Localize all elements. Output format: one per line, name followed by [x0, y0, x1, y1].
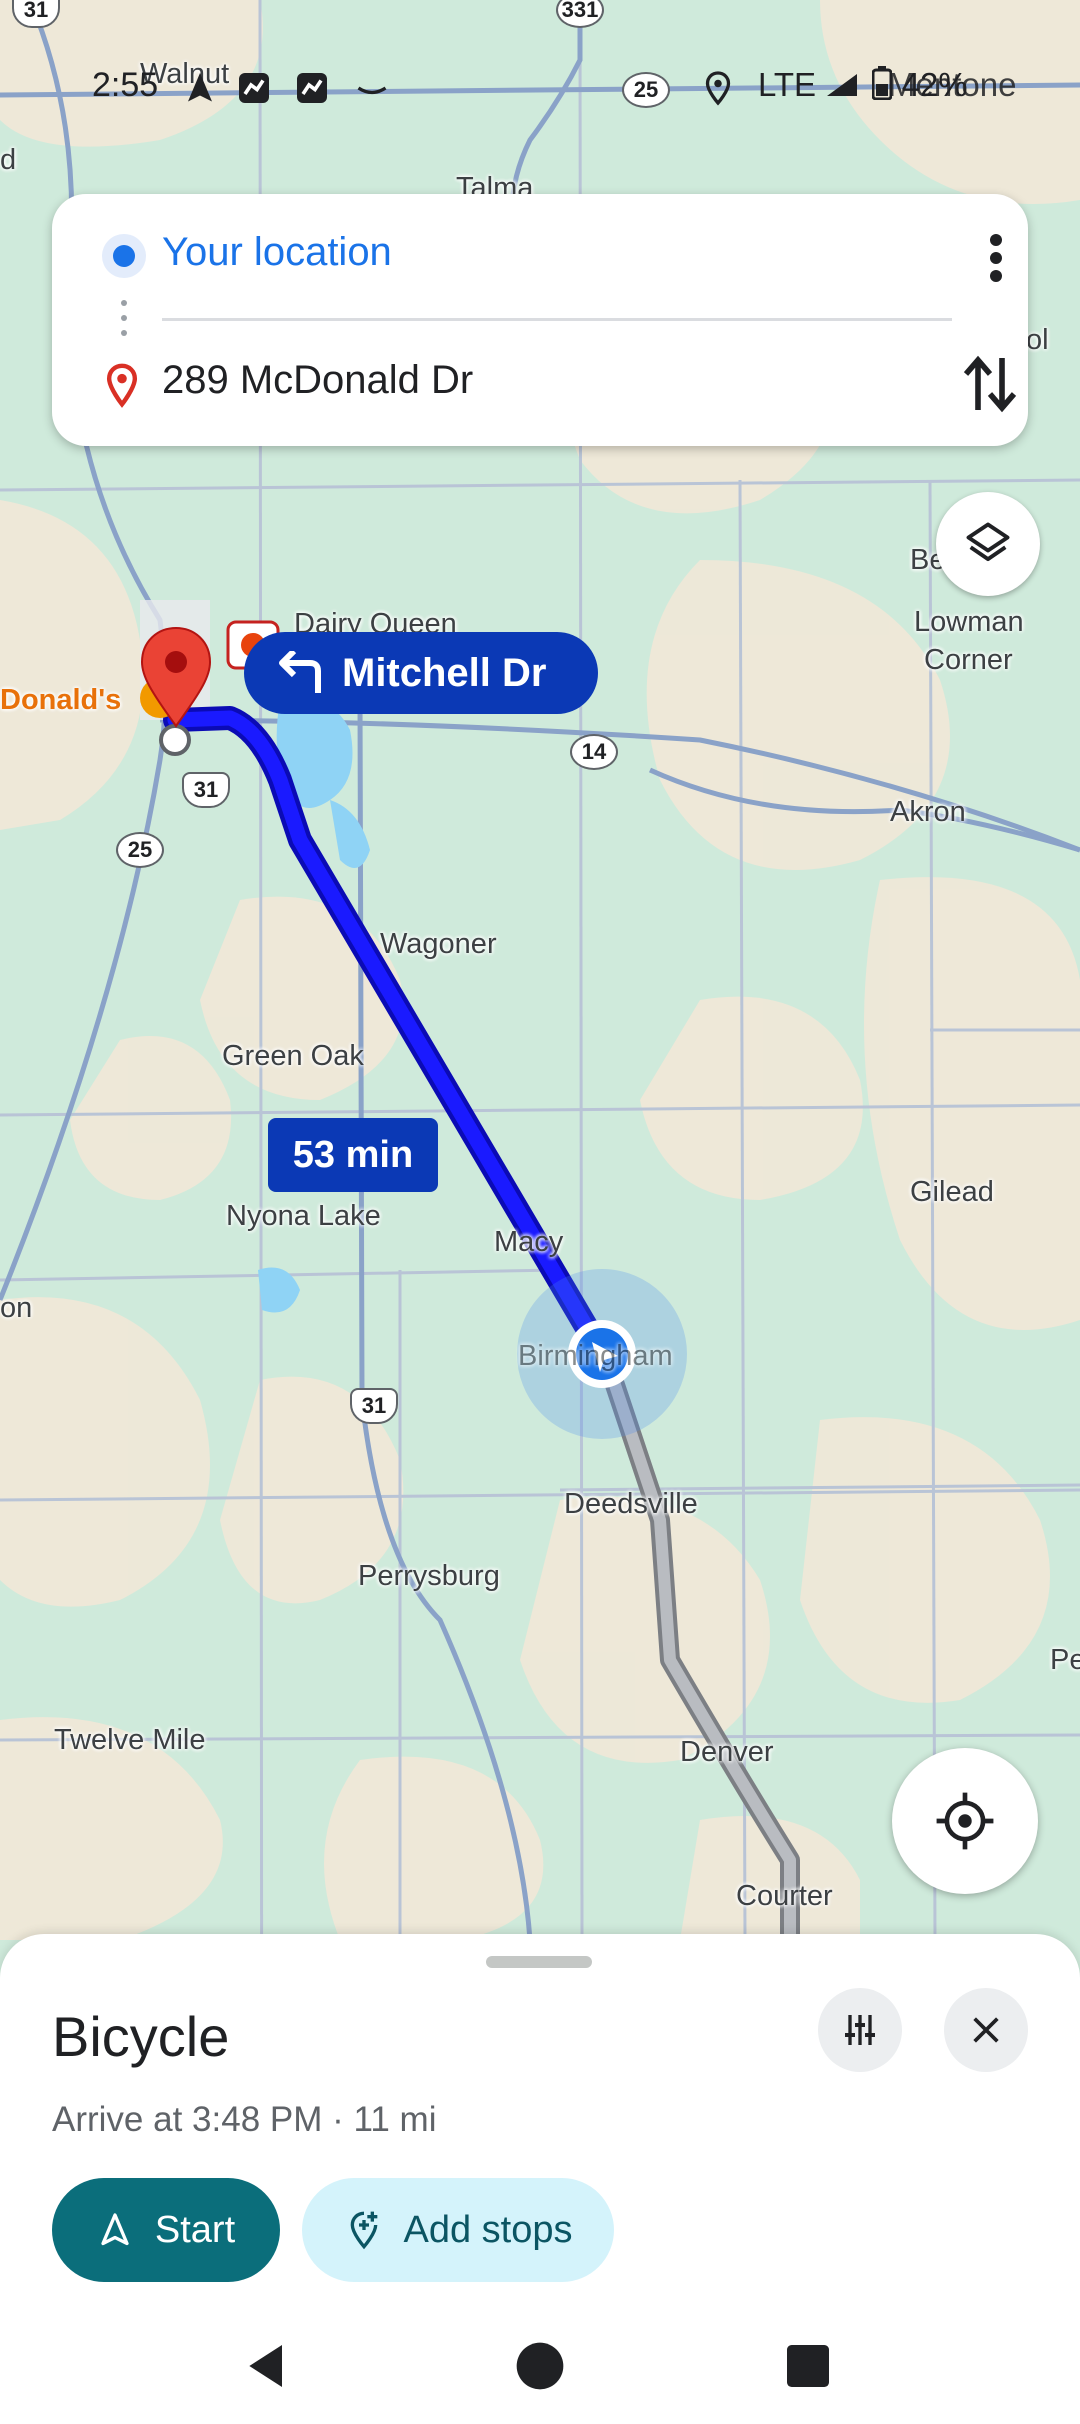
route-connector-icon: [121, 300, 127, 336]
network-type: LTE: [758, 66, 817, 103]
map-label-gilead: Gilead: [910, 1176, 994, 1208]
map-label-edge-pe: Pe: [1050, 1644, 1080, 1676]
duration-callout[interactable]: 53 min: [268, 1118, 438, 1192]
status-bar: 2:55 LTE Mentone 42%: [0, 58, 1080, 118]
map-label-macy: Macy: [494, 1226, 564, 1258]
add-stops-label: Add stops: [403, 2208, 573, 2251]
route-shield-25-left: 25: [116, 832, 164, 868]
turn-instruction-callout[interactable]: Mitchell Dr: [244, 632, 599, 714]
map-label-edge-ol: ol: [1026, 324, 1049, 356]
close-icon: [973, 2017, 999, 2043]
route-options-button[interactable]: [818, 1988, 902, 2072]
map-label-nyona-lake: Nyona Lake: [226, 1200, 381, 1232]
amazon-notification-icon: [357, 86, 387, 95]
map-label-wagoner: Wagoner: [380, 928, 497, 960]
add-location-icon: [350, 2211, 377, 2250]
navigation-arrow-icon: [101, 2213, 129, 2246]
map-label-corner: Corner: [924, 644, 1013, 676]
map-label-green-oak: Green Oak: [222, 1040, 364, 1072]
destination-field[interactable]: 289 McDonald Dr: [162, 358, 473, 403]
swap-vert-icon[interactable]: [960, 350, 1020, 418]
route-shield-14: 14: [570, 734, 618, 770]
app-notification-icon: [239, 73, 269, 103]
origin-dot-icon: [102, 234, 146, 278]
map-label-perrysburg: Perrysburg: [358, 1560, 500, 1592]
navigation-status-icon: [188, 73, 212, 102]
layers-button[interactable]: [936, 492, 1040, 596]
more-vert-icon[interactable]: [976, 230, 1016, 286]
map-label-akron: Akron: [890, 796, 966, 828]
duration-text: 53 min: [292, 1133, 414, 1176]
system-nav-bar: [0, 2314, 1080, 2424]
layers-icon: [966, 522, 1010, 562]
sheet-drag-handle[interactable]: [486, 1956, 592, 1968]
map-label-edge-on: on: [0, 1292, 33, 1324]
close-button[interactable]: [944, 1988, 1028, 2072]
map-label-deedsville: Deedsville: [564, 1488, 698, 1520]
travel-mode-title: Bicycle: [52, 2005, 230, 2068]
status-time: 2:55: [92, 66, 159, 104]
destination-pin-icon: [106, 363, 138, 408]
app-notification-icon-2: [297, 73, 327, 103]
add-stops-button[interactable]: Add stops: [302, 2178, 614, 2282]
map-label-birmingham: Birmingham: [518, 1340, 673, 1372]
trip-summary: Arrive at 3:48 PM · 11 mi: [52, 2100, 437, 2139]
map-label-edge-d: d: [0, 144, 17, 176]
map-label-courter: Courter: [736, 1880, 833, 1912]
map-label-denver: Denver: [680, 1736, 774, 1768]
back-icon[interactable]: [240, 2338, 296, 2394]
map-label-lowman: Lowman: [914, 606, 1024, 638]
card-divider: [162, 318, 952, 321]
start-button-label: Start: [154, 2208, 236, 2251]
recents-icon[interactable]: [780, 2338, 836, 2394]
location-status-icon: [705, 71, 731, 106]
status-overlap-text: Mentone: [888, 66, 1017, 103]
map-label-mcdonalds[interactable]: Donald's: [0, 684, 121, 717]
status-network-battery: LTE Mentone 42%: [758, 66, 1016, 104]
origin-field[interactable]: Your location: [162, 230, 392, 275]
route-shield-us31-low: 31: [350, 1388, 398, 1424]
start-button[interactable]: Start: [52, 2178, 280, 2282]
home-icon[interactable]: [512, 2338, 568, 2394]
map-label-twelve-mile: Twelve Mile: [54, 1724, 206, 1756]
turn-street-name: Mitchell Dr: [342, 650, 547, 695]
route-shield-us31-mid: 31: [182, 772, 230, 808]
my-location-icon: [936, 1792, 994, 1850]
directions-card: Your location 289 McDonald Dr: [52, 194, 1028, 446]
signal-icon: [825, 68, 859, 96]
my-location-button[interactable]: [892, 1748, 1038, 1894]
tune-icon: [845, 2015, 875, 2045]
turn-left-icon: [279, 651, 321, 693]
